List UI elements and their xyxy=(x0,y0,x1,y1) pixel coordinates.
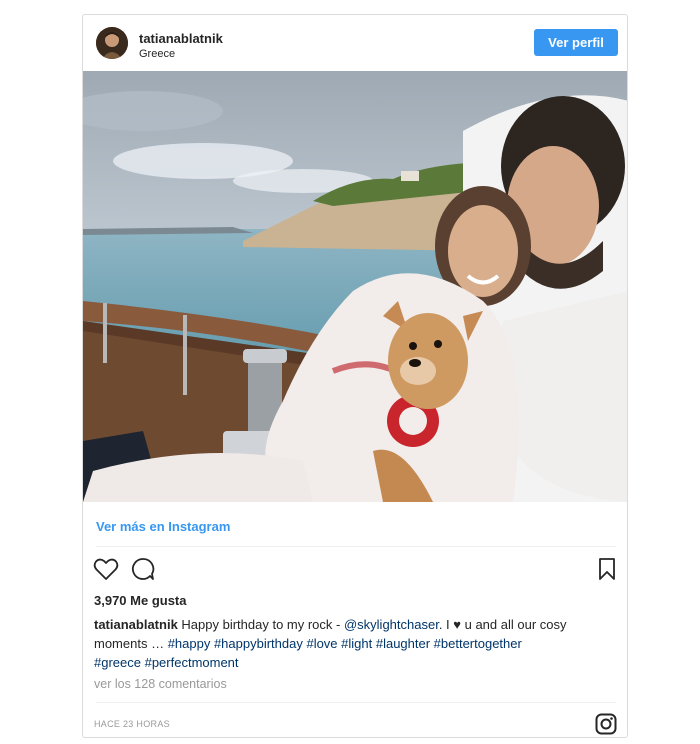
username[interactable]: tatianablatnik xyxy=(139,31,223,46)
post-photo[interactable] xyxy=(83,71,627,502)
avatar[interactable] xyxy=(96,27,128,59)
post-timestamp: HACE 23 HORAS xyxy=(94,719,170,729)
instagram-embed-card: tatianablatnik Greece Ver perfil Ver más… xyxy=(82,14,628,738)
bookmark-icon[interactable] xyxy=(593,555,621,583)
divider xyxy=(96,702,616,703)
caption-text: . I xyxy=(438,617,454,632)
caption-text: Happy birthday to my rock - xyxy=(177,617,344,632)
caption-mention-link[interactable]: @skylightchaser xyxy=(344,617,439,632)
likes-count[interactable]: 3,970 Me gusta xyxy=(94,593,187,608)
heart-emoji-icon: ♥ xyxy=(453,617,461,632)
view-comments-link[interactable]: ver los 128 comentarios xyxy=(94,677,227,691)
view-profile-button[interactable]: Ver perfil xyxy=(534,29,618,56)
post-caption: tatianablatnik Happy birthday to my rock… xyxy=(94,615,616,672)
view-more-on-instagram-link[interactable]: Ver más en Instagram xyxy=(96,519,230,534)
location[interactable]: Greece xyxy=(139,48,175,60)
heart-icon[interactable] xyxy=(92,555,120,583)
divider xyxy=(96,546,616,547)
caption-hashtags[interactable]: #happy #happybirthday #love #light #laug… xyxy=(168,636,522,651)
comment-icon[interactable] xyxy=(129,555,157,583)
instagram-logo-icon[interactable] xyxy=(595,713,617,735)
post-header: tatianablatnik Greece Ver perfil xyxy=(83,15,627,71)
caption-username[interactable]: tatianablatnik xyxy=(94,617,178,632)
caption-hashtags[interactable]: #greece #perfectmoment xyxy=(94,655,239,670)
